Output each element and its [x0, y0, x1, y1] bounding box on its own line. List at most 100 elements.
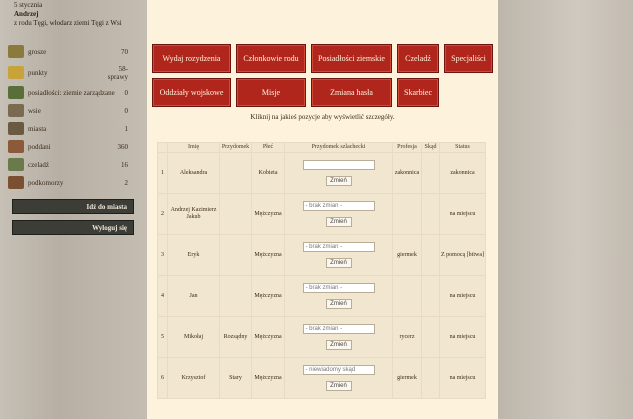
- nickname-cell: Zmień: [284, 152, 393, 194]
- resource-value: 360: [117, 143, 129, 151]
- status-cell: zakonnica: [439, 152, 486, 194]
- status-cell: na miejscu: [439, 316, 486, 358]
- from-cell: [421, 357, 440, 399]
- column-header: Przydomek: [219, 142, 252, 153]
- column-header: Imię: [167, 142, 220, 153]
- change-button[interactable]: Zmień: [325, 340, 352, 350]
- nick-cell: [219, 275, 252, 317]
- nickname-select[interactable]: - brak zmian -: [302, 283, 375, 293]
- name-cell: Mikołaj: [167, 316, 220, 358]
- resource-icon: [8, 122, 24, 135]
- player-header: 5 stycznia Andrzej z rodu Tęgi, włodarz …: [14, 1, 122, 28]
- nickname-cell: - brak zmian - Zmień: [284, 275, 393, 317]
- table-row[interactable]: 5 Mikołaj Rozsądny Mężczyzna - brak zmian - Z…: [157, 316, 486, 358]
- resource-label: poddani: [28, 143, 51, 151]
- resource-row: grosze 70: [8, 43, 134, 61]
- military-units-button[interactable]: Oddziały wojskowe: [152, 78, 231, 107]
- resource-row: posiadłości: ziemie zarządzane 0: [8, 84, 134, 102]
- change-button[interactable]: Zmień: [325, 299, 352, 309]
- from-cell: [421, 234, 440, 276]
- status-cell: na miejscu: [439, 193, 486, 235]
- resource-label: czeladź: [28, 161, 49, 169]
- n-cell: 2: [157, 193, 168, 235]
- servants-button[interactable]: Czeladź: [397, 44, 439, 73]
- estates-button[interactable]: Posiadłości ziemskie: [311, 44, 392, 73]
- prof-cell: [392, 275, 422, 317]
- prof-cell: rycerz: [392, 316, 422, 358]
- table-row[interactable]: 2 Andrzej Kazimierz Jakub Mężczyzna - brak …: [157, 193, 486, 235]
- nickname-select[interactable]: [302, 160, 375, 170]
- resource-value: 0: [124, 89, 129, 97]
- prof-cell: giermek: [392, 234, 422, 276]
- resource-icon: [8, 86, 24, 99]
- table-header-row: Imię Przydomek Płeć Przydomek szlachecki Pro…: [157, 142, 486, 153]
- sex-cell: Mężczyzna: [251, 275, 285, 317]
- sex-cell: Mężczyzna: [251, 193, 285, 235]
- resource-value: 70: [121, 48, 128, 56]
- family-members-button[interactable]: Członkowie rodu: [236, 44, 306, 73]
- name-cell: Andrzej Kazimierz Jakub: [167, 193, 220, 235]
- resource-value: 58- sprawy: [107, 65, 128, 81]
- change-button[interactable]: Zmień: [325, 176, 352, 186]
- nickname-select[interactable]: - brak zmian -: [302, 242, 375, 252]
- resource-value: 2: [124, 179, 129, 187]
- logout-button[interactable]: Wyloguj się: [12, 220, 134, 235]
- resource-label: punkty: [28, 69, 48, 77]
- nickname-select[interactable]: - niewiadomy skąd: [302, 365, 375, 375]
- change-password-button[interactable]: Zmiana hasła: [311, 78, 392, 107]
- nickname-cell: - niewiadomy skąd Zmień: [284, 357, 393, 399]
- from-cell: [421, 275, 440, 317]
- name-cell: Aleksandra: [167, 152, 220, 194]
- resource-value: 1: [124, 125, 129, 133]
- resource-value: 16: [121, 161, 128, 169]
- table-row[interactable]: 6 Krzysztof Stary Mężczyzna - niewiadomy ską…: [157, 357, 486, 399]
- change-button[interactable]: Zmień: [325, 258, 352, 268]
- player-name: Andrzej: [14, 10, 39, 18]
- prof-cell: giermek: [392, 357, 422, 399]
- table-row[interactable]: 4 Jan Mężczyzna - brak zmian - Zmień na miejs…: [157, 275, 486, 317]
- change-button[interactable]: Zmień: [325, 217, 352, 227]
- nickname-select[interactable]: - brak zmian -: [302, 201, 375, 211]
- nickname-cell: - brak zmian - Zmień: [284, 234, 393, 276]
- column-header: Płeć: [251, 142, 285, 153]
- treasury-button[interactable]: Skarbiec: [397, 78, 439, 107]
- resource-row: punkty 58- sprawy: [8, 64, 134, 82]
- n-cell: 5: [157, 316, 168, 358]
- nickname-cell: - brak zmian - Zmień: [284, 193, 393, 235]
- prof-cell: zakonnica: [392, 152, 422, 194]
- sex-cell: Kobieta: [251, 152, 285, 194]
- resource-row: miasta 1: [8, 120, 134, 138]
- nick-cell: Rozsądny: [219, 316, 252, 358]
- name-cell: Jan: [167, 275, 220, 317]
- resource-icon: [8, 104, 24, 117]
- n-cell: 6: [157, 357, 168, 399]
- player-title: z rodu Tęgi, włodarz ziemi Tęgi z Wsi: [14, 19, 122, 27]
- resource-row: poddani 360: [8, 138, 134, 156]
- family-table: Imię Przydomek Płeć Przydomek szlachecki Pro…: [157, 142, 486, 399]
- resource-icon: [8, 45, 24, 58]
- orders-button[interactable]: Wydaj rozydzenia: [152, 44, 231, 73]
- column-header: [157, 142, 168, 153]
- sex-cell: Mężczyzna: [251, 316, 285, 358]
- prof-cell: [392, 193, 422, 235]
- status-cell: Z pomocą [bitwa]: [439, 234, 486, 276]
- resource-icon: [8, 158, 24, 171]
- change-button[interactable]: Zmień: [325, 381, 352, 391]
- date-text: 5 stycznia: [14, 1, 43, 9]
- from-cell: [421, 193, 440, 235]
- resource-row: wsie 0: [8, 102, 134, 120]
- resource-label: grosze: [28, 48, 47, 56]
- resource-icon: [8, 66, 24, 79]
- specialists-button[interactable]: Specjaliści: [444, 44, 493, 73]
- n-cell: 4: [157, 275, 168, 317]
- nickname-select[interactable]: - brak zmian -: [302, 324, 375, 334]
- resource-row: czeladź 16: [8, 156, 134, 174]
- missions-button[interactable]: Misje: [236, 78, 306, 107]
- nickname-cell: - brak zmian - Zmień: [284, 316, 393, 358]
- resource-icon: [8, 140, 24, 153]
- goto-city-button[interactable]: Idź do miasta: [12, 199, 134, 214]
- sex-cell: Mężczyzna: [251, 357, 285, 399]
- nick-cell: [219, 234, 252, 276]
- table-row[interactable]: 1 Aleksandra Kobieta Zmień zakonnica zakonnic…: [157, 152, 486, 194]
- table-row[interactable]: 3 Eryk Mężczyzna - brak zmian - Zmień giermek…: [157, 234, 486, 276]
